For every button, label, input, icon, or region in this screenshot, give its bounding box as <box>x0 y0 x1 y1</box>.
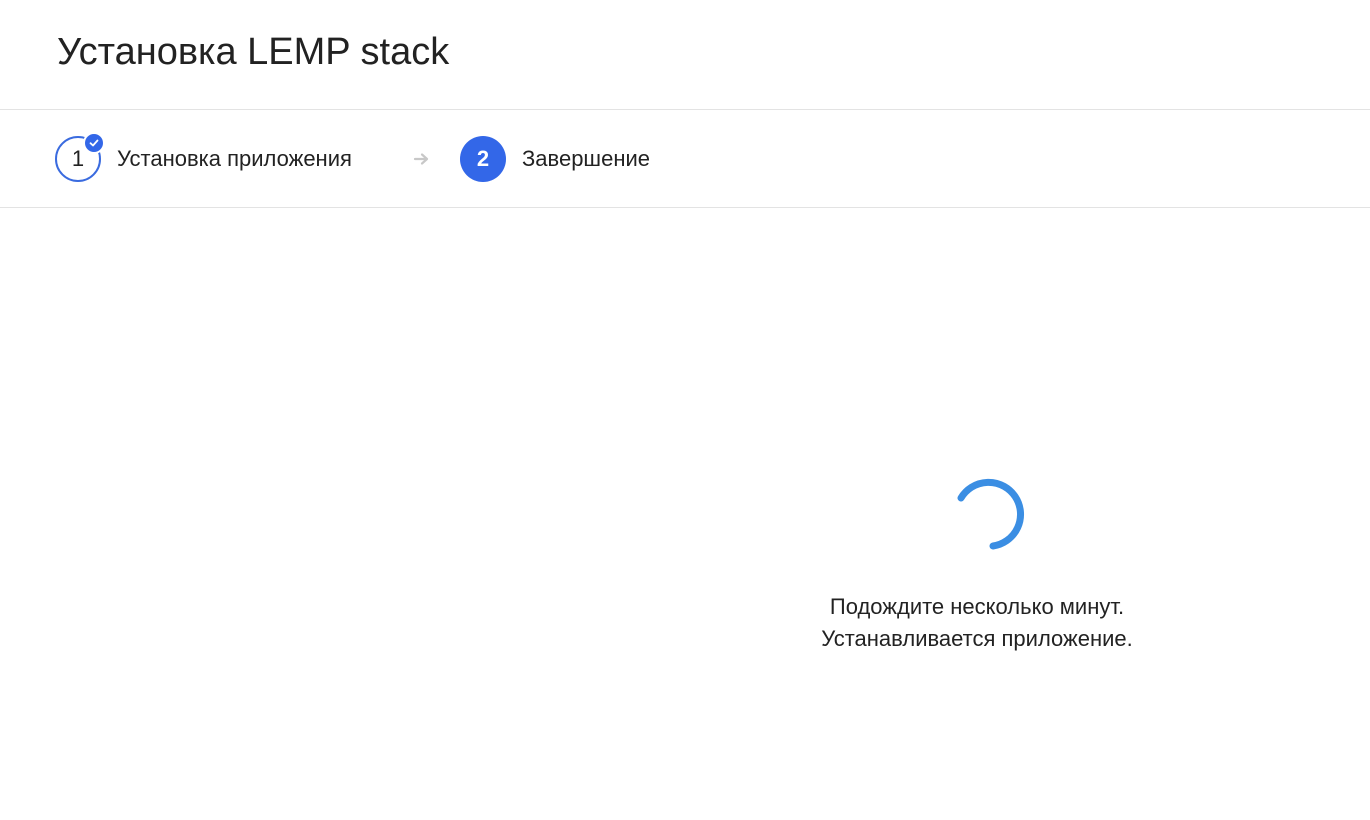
loading-panel: Подождите несколько минут. Устанавливает… <box>0 208 1370 820</box>
spinner-icon <box>948 474 1028 554</box>
loading-message-line1: Подождите несколько минут. <box>829 594 1125 619</box>
page-title: Установка LEMP stack <box>57 31 450 73</box>
step-install-app[interactable]: 1 Установка приложения <box>55 110 352 207</box>
install-page: Установка LEMP stack 1 Установка приложе… <box>0 0 1370 820</box>
check-icon <box>83 131 105 154</box>
step-number-badge: 2 <box>460 135 506 182</box>
step-number: 2 <box>476 145 490 171</box>
loading-message: Подождите несколько минут. Устанавливает… <box>777 591 1177 655</box>
step-number-badge: 1 <box>55 131 105 182</box>
install-stepper: 1 Установка приложения 2 Завершение <box>0 110 1370 208</box>
step-finish[interactable]: 2 Завершение <box>460 110 650 207</box>
page-header: Установка LEMP stack <box>0 0 1370 110</box>
loading-message-line2: Устанавливается приложение. <box>821 626 1133 651</box>
step-label: Установка приложения <box>117 145 352 171</box>
step-label: Завершение <box>522 145 650 171</box>
step-number: 1 <box>71 145 85 171</box>
arrow-right-icon <box>412 147 432 171</box>
